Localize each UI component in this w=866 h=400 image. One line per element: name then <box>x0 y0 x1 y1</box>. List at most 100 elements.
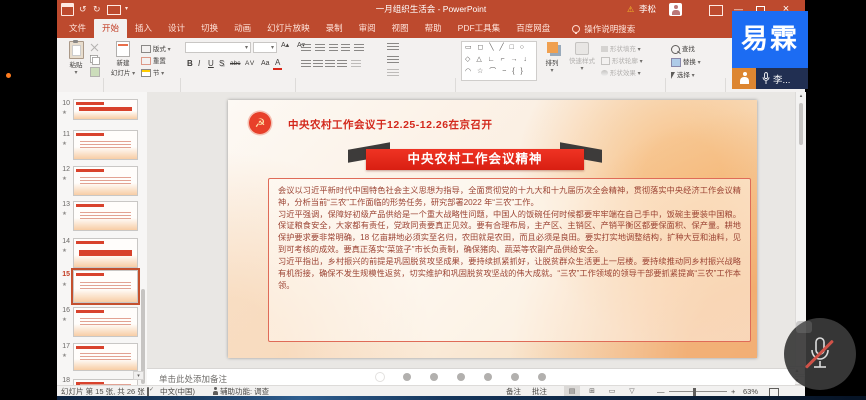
account-name[interactable]: 李松 <box>639 0 656 19</box>
slide-thumbnail-17[interactable] <box>73 343 138 371</box>
panel-scrollbar-thumb[interactable] <box>141 289 145 384</box>
font-size-combo[interactable]: ▾ <box>253 42 277 53</box>
align-text-icon[interactable] <box>387 56 399 64</box>
font-name-combo[interactable]: ▾ <box>185 42 251 53</box>
animation-star-icon: ★ <box>62 353 67 359</box>
slide-body-textbox[interactable]: 会议以习近平新时代中国特色社会主义思想为指导，全面贯彻党的十九大和十九届历次全会… <box>268 178 751 342</box>
participant-avatar-tile[interactable] <box>732 68 756 89</box>
underline-button[interactable]: U <box>206 58 216 70</box>
cut-icon[interactable] <box>90 43 100 51</box>
slide-number-selected: 15 <box>58 271 70 278</box>
tab-baidu-netdisk[interactable]: 百度网盘 <box>508 19 558 38</box>
reset-icon <box>141 57 151 65</box>
thumbnail-content <box>80 177 130 185</box>
slide-header-text[interactable]: 中央农村工作会议于12.25-12.26在京召开 <box>288 117 493 132</box>
shape-fill-button[interactable]: 形状填充 ▾ <box>601 43 641 53</box>
find-button[interactable]: 查找 <box>671 43 695 54</box>
slide-thumbnail-15-selected[interactable] <box>73 270 138 303</box>
numbering-icon[interactable] <box>315 44 325 52</box>
paste-button[interactable]: 粘贴 ▾ <box>63 41 89 76</box>
tab-file[interactable]: 文件 <box>61 19 94 38</box>
slide-thumbnail-12[interactable] <box>73 166 138 196</box>
tab-transitions[interactable]: 切换 <box>193 19 226 38</box>
bold-button[interactable]: B <box>185 58 195 70</box>
character-spacing-button[interactable]: AV <box>243 58 257 70</box>
strikethrough-button[interactable]: abc <box>228 58 242 70</box>
ribbon-display-options-icon[interactable] <box>709 5 723 16</box>
scroll-up-icon[interactable]: ▴ <box>796 92 806 101</box>
shapes-row-1: ▭ ◻ ╲ ╱ □ ○ <box>462 42 536 54</box>
thumbnail-content <box>79 107 132 111</box>
new-slide-button[interactable]: 新建 幻灯片 ▾ <box>109 41 137 77</box>
tab-help[interactable]: 帮助 <box>417 19 450 38</box>
animation-star-icon: ★ <box>62 317 67 323</box>
tab-slideshow[interactable]: 幻灯片放映 <box>259 19 318 38</box>
italic-button[interactable]: I <box>196 58 202 70</box>
shapes-gallery[interactable]: ▭ ◻ ╲ ╱ □ ○ ◇ △ ∟ ⌐ → ↓ ◠ ☆ ⌒ ~ { } <box>461 41 537 81</box>
tab-review[interactable]: 审阅 <box>351 19 384 38</box>
increase-indent-icon[interactable] <box>341 44 350 52</box>
decrease-indent-icon[interactable] <box>329 44 338 52</box>
quick-styles-button[interactable]: 快速样式 ▾ <box>567 42 597 72</box>
slide-thumbnail-13[interactable] <box>73 201 138 231</box>
shape-outline-button[interactable]: 形状轮廓 ▾ <box>601 55 643 65</box>
search-icon <box>671 45 680 54</box>
zoom-slider-track[interactable] <box>669 391 727 392</box>
tab-pdf-tools[interactable]: PDF工具集 <box>450 19 509 38</box>
tab-record[interactable]: 录制 <box>318 19 351 38</box>
tell-me-search[interactable]: 操作说明搜索 <box>572 19 635 38</box>
notes-pane[interactable]: 单击此处添加备注 <box>147 368 795 386</box>
line-spacing-icon[interactable] <box>354 44 364 52</box>
new-slide-label-1: 新建 <box>109 57 137 67</box>
participant-name-bar[interactable]: 李... <box>756 68 808 89</box>
mute-button-overlay[interactable] <box>784 318 856 390</box>
slide-number: 18 <box>58 377 70 384</box>
slide-thumbnail-14[interactable] <box>73 238 138 268</box>
tab-animations[interactable]: 动画 <box>226 19 259 38</box>
slide-thumbnail-11[interactable] <box>73 130 138 160</box>
align-left-icon[interactable] <box>301 60 311 68</box>
copy-icon[interactable] <box>90 55 98 63</box>
shape-effects-button[interactable]: 形状效果 ▾ <box>601 67 641 77</box>
shape-effects-icon <box>601 70 608 76</box>
slide-banner-title[interactable]: 中央农村工作会议精神 <box>366 149 584 170</box>
thumbnail-content <box>80 353 130 361</box>
tab-view[interactable]: 视图 <box>384 19 417 38</box>
scrollbar-thumb[interactable] <box>799 103 803 145</box>
slide-thumbnail-16[interactable] <box>73 307 138 337</box>
animation-star-icon: ★ <box>62 141 67 147</box>
layout-button[interactable]: 版式 ▾ <box>141 43 171 53</box>
justify-icon[interactable] <box>337 60 347 68</box>
bullets-icon[interactable] <box>301 44 311 52</box>
pane-splitter-button[interactable]: ▾ <box>133 371 144 380</box>
select-button[interactable]: 选择 ▾ <box>671 69 695 79</box>
slide-number: 10 <box>58 100 70 107</box>
account-avatar[interactable] <box>669 3 682 16</box>
reset-button[interactable]: 重置 <box>141 55 166 65</box>
replace-button[interactable]: 替换 ▾ <box>671 56 701 67</box>
tab-home[interactable]: 开始 <box>94 19 127 38</box>
recording-indicator-dot <box>6 73 11 78</box>
arrange-button[interactable]: 排列 ▾ <box>539 42 565 74</box>
format-painter-icon[interactable] <box>90 67 100 77</box>
tab-insert[interactable]: 插入 <box>127 19 160 38</box>
smartart-convert-icon[interactable] <box>387 69 399 77</box>
change-case-button[interactable]: Aa <box>259 58 272 70</box>
meeting-app-brand-overlay[interactable]: 易霖 <box>732 11 808 68</box>
zoom-slider-thumb[interactable] <box>693 388 696 396</box>
slide-nav-dot <box>403 373 411 381</box>
text-shadow-button[interactable]: S <box>217 58 226 70</box>
slide-canvas[interactable]: ☭ 中央农村工作会议于12.25-12.26在京召开 中央农村工作会议精神 会议… <box>228 100 757 358</box>
columns-icon[interactable] <box>351 60 361 68</box>
font-color-button[interactable]: A <box>273 58 282 70</box>
paste-icon <box>69 41 84 59</box>
grow-font-button[interactable]: A▴ <box>279 40 291 52</box>
align-center-icon[interactable] <box>313 60 323 68</box>
section-button[interactable]: 节 ▾ <box>141 67 164 77</box>
animation-star-icon: ★ <box>62 282 67 288</box>
tab-design[interactable]: 设计 <box>160 19 193 38</box>
text-direction-icon[interactable] <box>387 43 399 51</box>
slide-thumbnail-10[interactable] <box>73 99 138 120</box>
notes-placeholder[interactable]: 单击此处添加备注 <box>159 373 227 385</box>
align-right-icon[interactable] <box>325 60 335 68</box>
